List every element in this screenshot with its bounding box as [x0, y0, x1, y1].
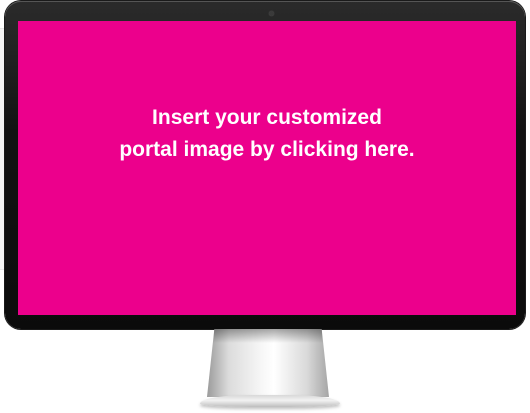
prompt-line-2: portal image by clicking here.	[119, 138, 415, 161]
stand-neck-shadow	[213, 329, 323, 343]
portal-image-upload-area[interactable]: Insert your customized portal image by c…	[18, 21, 516, 315]
portal-image-prompt: Insert your customized portal image by c…	[119, 102, 414, 166]
prompt-line-1: Insert your customized	[152, 106, 382, 129]
monitor-stand-base	[200, 395, 340, 407]
camera-icon	[269, 11, 274, 16]
monitor-mockup: Insert your customized portal image by c…	[0, 0, 530, 413]
